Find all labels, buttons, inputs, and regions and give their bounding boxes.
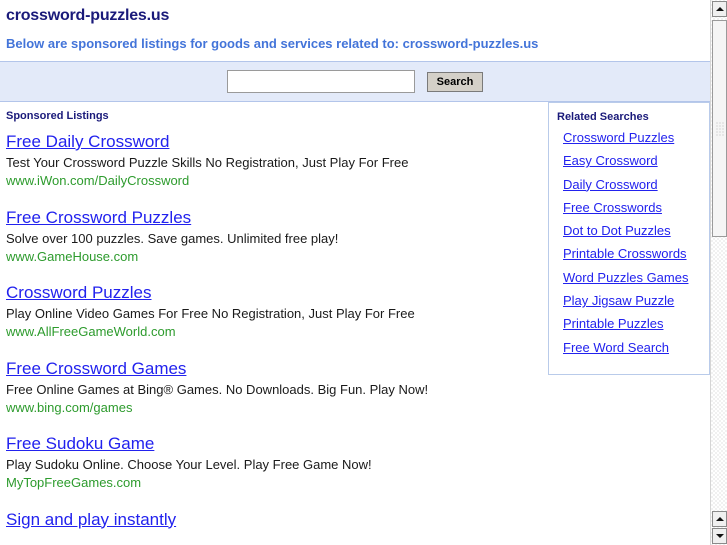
list-item: Free Sudoku Game Play Sudoku Online. Cho… bbox=[6, 434, 540, 492]
page-subtitle: Below are sponsored listings for goods a… bbox=[6, 36, 539, 51]
list-item: Sign and play instantly bbox=[6, 510, 540, 530]
list-item: Free Daily Crossword Test Your Crossword… bbox=[6, 132, 540, 190]
vertical-scrollbar[interactable] bbox=[710, 0, 727, 545]
listing-title-link[interactable]: Free Crossword Puzzles bbox=[6, 208, 191, 228]
search-input[interactable] bbox=[226, 70, 415, 93]
related-search-link[interactable]: Dot to Dot Puzzles bbox=[563, 223, 671, 238]
related-search-link[interactable]: Printable Puzzles bbox=[563, 317, 663, 332]
search-button[interactable]: Search bbox=[426, 71, 484, 92]
listing-title-link[interactable]: Free Sudoku Game bbox=[6, 434, 154, 454]
list-item: Free Crossword Games Free Online Games a… bbox=[6, 359, 540, 417]
main-content: Sponsored Listings Free Daily Crossword … bbox=[0, 102, 710, 530]
listing-url[interactable]: www.bing.com/games bbox=[6, 400, 540, 416]
scrollbar-grip-icon bbox=[715, 121, 724, 136]
related-search-link[interactable]: Word Puzzles Games bbox=[563, 270, 688, 285]
scroll-up-arrow-icon-bottom[interactable] bbox=[712, 511, 727, 527]
related-search-link[interactable]: Play Jigsaw Puzzle bbox=[563, 293, 674, 308]
listing-description: Test Your Crossword Puzzle Skills No Reg… bbox=[6, 155, 409, 170]
related-search-link[interactable]: Printable Crosswords bbox=[563, 247, 687, 262]
listing-url[interactable]: www.iWon.com/DailyCrossword bbox=[6, 173, 540, 189]
list-item: Crossword Puzzles Play Online Video Game… bbox=[6, 283, 540, 341]
related-search-link[interactable]: Easy Crossword bbox=[563, 153, 658, 168]
list-item: Free Crossword Puzzles Solve over 100 pu… bbox=[6, 208, 540, 266]
scroll-down-arrow-icon[interactable] bbox=[712, 528, 727, 544]
search-bar: Search bbox=[0, 61, 710, 102]
related-search-link[interactable]: Free Word Search bbox=[563, 340, 669, 355]
page-title: crossword-puzzles.us bbox=[6, 7, 170, 24]
related-search-link[interactable]: Free Crosswords bbox=[563, 200, 662, 215]
listing-title-link[interactable]: Sign and play instantly bbox=[6, 510, 176, 530]
listing-description: Play Online Video Games For Free No Regi… bbox=[6, 306, 415, 321]
sponsored-listings: Sponsored Listings Free Daily Crossword … bbox=[0, 110, 540, 530]
listing-description: Free Online Games at Bing® Games. No Dow… bbox=[6, 381, 429, 397]
related-search-link[interactable]: Crossword Puzzles bbox=[563, 130, 674, 145]
scroll-up-arrow-icon[interactable] bbox=[712, 1, 727, 17]
listing-title-link[interactable]: Crossword Puzzles bbox=[6, 283, 152, 303]
related-searches-panel: Related Searches Crossword Puzzles Easy … bbox=[548, 102, 710, 375]
related-searches-title: Related Searches bbox=[557, 111, 649, 123]
page-viewport: crossword-puzzles.us Below are sponsored… bbox=[0, 0, 710, 545]
scrollbar-thumb[interactable] bbox=[712, 20, 727, 237]
triangle-up-icon bbox=[715, 7, 724, 11]
listing-title-link[interactable]: Free Daily Crossword bbox=[6, 132, 169, 152]
listing-description: Solve over 100 puzzles. Save games. Unli… bbox=[6, 230, 339, 246]
triangle-down-icon bbox=[715, 534, 724, 538]
triangle-up-icon bbox=[715, 517, 724, 521]
listing-description: Play Sudoku Online. Choose Your Level. P… bbox=[6, 457, 372, 472]
listing-url[interactable]: MyTopFreeGames.com bbox=[6, 475, 540, 491]
sponsored-listings-label: Sponsored Listings bbox=[6, 110, 109, 122]
listing-url[interactable]: www.GameHouse.com bbox=[6, 249, 540, 265]
related-search-link[interactable]: Daily Crossword bbox=[563, 177, 658, 192]
listing-title-link[interactable]: Free Crossword Games bbox=[6, 359, 186, 379]
listing-url[interactable]: www.AllFreeGameWorld.com bbox=[6, 324, 540, 340]
